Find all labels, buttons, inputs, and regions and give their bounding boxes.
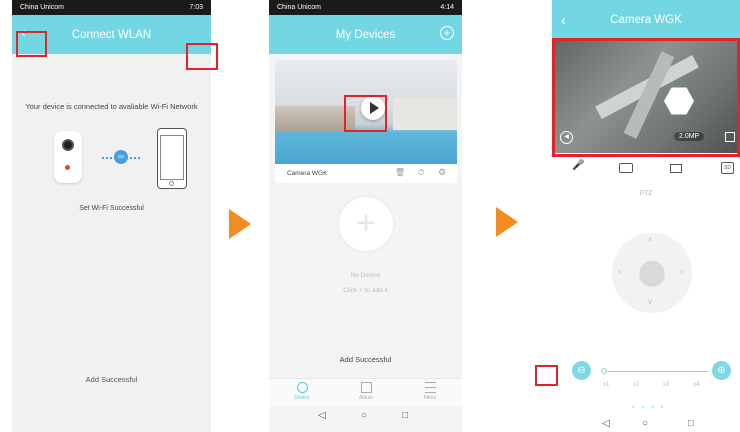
add-successful-toast: Add Successful xyxy=(339,355,392,364)
page-title: Connect WLAN xyxy=(71,28,152,41)
ptz-joystick[interactable]: ^ ‹ › v xyxy=(612,233,692,313)
add-device-placeholder[interactable]: + xyxy=(339,197,393,251)
carrier-label: China Unicom xyxy=(20,4,64,11)
nav-home-icon[interactable]: ○ xyxy=(642,418,648,429)
zoom-in-button[interactable]: ⊕ xyxy=(712,361,731,380)
back-button[interactable]: ‹ xyxy=(561,12,566,30)
zoom-level-x1: x1 xyxy=(603,382,610,388)
snapshot-icon[interactable] xyxy=(619,163,633,173)
highlight-top-right xyxy=(186,43,218,70)
add-device-button[interactable]: + xyxy=(440,26,454,40)
tab-device[interactable]: Device xyxy=(287,382,317,401)
zoom-out-button[interactable]: ⊖ xyxy=(572,361,591,380)
connection-message: Your device is connected to avaliable Wi… xyxy=(25,102,198,111)
nav-back-icon[interactable]: ◁ xyxy=(318,410,326,421)
step-arrow-2 xyxy=(496,207,518,237)
page-indicator: • • • • xyxy=(632,405,667,411)
clock: 7:03 xyxy=(189,4,203,11)
system-nav-bar: ◁ ○ □ xyxy=(269,406,462,432)
phone-my-devices: China Unicom 4:14 My Devices + Camera WG… xyxy=(269,0,462,432)
success-label: Set Wi-Fi Successful xyxy=(79,205,144,212)
zoom-level-x4: x4 xyxy=(693,382,700,388)
ptz-label: PTZ xyxy=(639,190,653,197)
page-title: Camera WGK xyxy=(610,13,682,26)
zoom-level-x2: x2 xyxy=(633,382,640,388)
no-device-label: No Device xyxy=(350,272,381,279)
ptz-center-knob[interactable] xyxy=(640,261,664,285)
clock: 4:14 xyxy=(440,4,454,11)
highlight-video-area xyxy=(552,38,740,157)
menu-tab-icon xyxy=(424,382,436,393)
sd-button[interactable]: SD xyxy=(721,162,734,174)
history-icon[interactable]: ⏱ xyxy=(418,168,424,178)
highlight-back-button xyxy=(16,31,47,57)
album-tab-icon xyxy=(360,382,372,393)
device-tab-icon xyxy=(296,382,308,393)
zoom-level-x3: x3 xyxy=(663,382,670,388)
zoom-slider-handle[interactable] xyxy=(601,368,607,374)
page-title: My Devices xyxy=(335,28,396,41)
status-bar: China Unicom 7:03 xyxy=(12,0,211,15)
smartphone-icon xyxy=(157,128,187,189)
add-successful-toast: Add Successful xyxy=(85,375,138,384)
ptz-down-icon[interactable]: v xyxy=(648,297,652,306)
nav-home-icon[interactable]: ○ xyxy=(361,410,367,421)
tab-bar: Device Album Menu xyxy=(269,378,462,406)
ptz-left-icon[interactable]: ‹ xyxy=(618,266,621,276)
step-arrow-1 xyxy=(229,209,251,239)
settings-icon[interactable]: ⚙ xyxy=(438,167,446,178)
link-icon: ∞ xyxy=(114,150,128,164)
phone-connect-wlan: China Unicom 7:03 ‹ Connect WLAN Your de… xyxy=(12,0,211,432)
ptz-right-icon[interactable]: › xyxy=(680,266,683,276)
nav-recent-icon[interactable]: □ xyxy=(688,418,694,429)
system-nav-bar: ◁ ○ □ xyxy=(552,418,740,432)
device-name: Camera WGK xyxy=(287,170,328,177)
highlight-bottom-left xyxy=(535,365,558,386)
highlight-play-button xyxy=(344,95,387,132)
nav-back-icon[interactable]: ◁ xyxy=(602,418,610,429)
camera-device-icon xyxy=(54,131,82,183)
status-bar: China Unicom 4:14 xyxy=(269,0,462,15)
record-icon[interactable] xyxy=(670,164,682,173)
add-hint: Click + to add it xyxy=(343,287,388,294)
tab-album[interactable]: Album xyxy=(351,382,381,401)
carrier-label: China Unicom xyxy=(277,4,321,11)
ptz-up-icon[interactable]: ^ xyxy=(648,237,652,246)
nav-recent-icon[interactable]: □ xyxy=(402,410,408,421)
delete-icon[interactable]: 🗑 xyxy=(395,168,405,177)
tab-menu[interactable]: Menu xyxy=(415,382,445,401)
nav-bar: My Devices + xyxy=(269,15,462,54)
nav-bar: ‹ Camera WGK xyxy=(552,0,740,39)
zoom-slider-track[interactable] xyxy=(604,371,708,372)
mute-mic-icon[interactable]: 🎤 xyxy=(572,160,584,171)
